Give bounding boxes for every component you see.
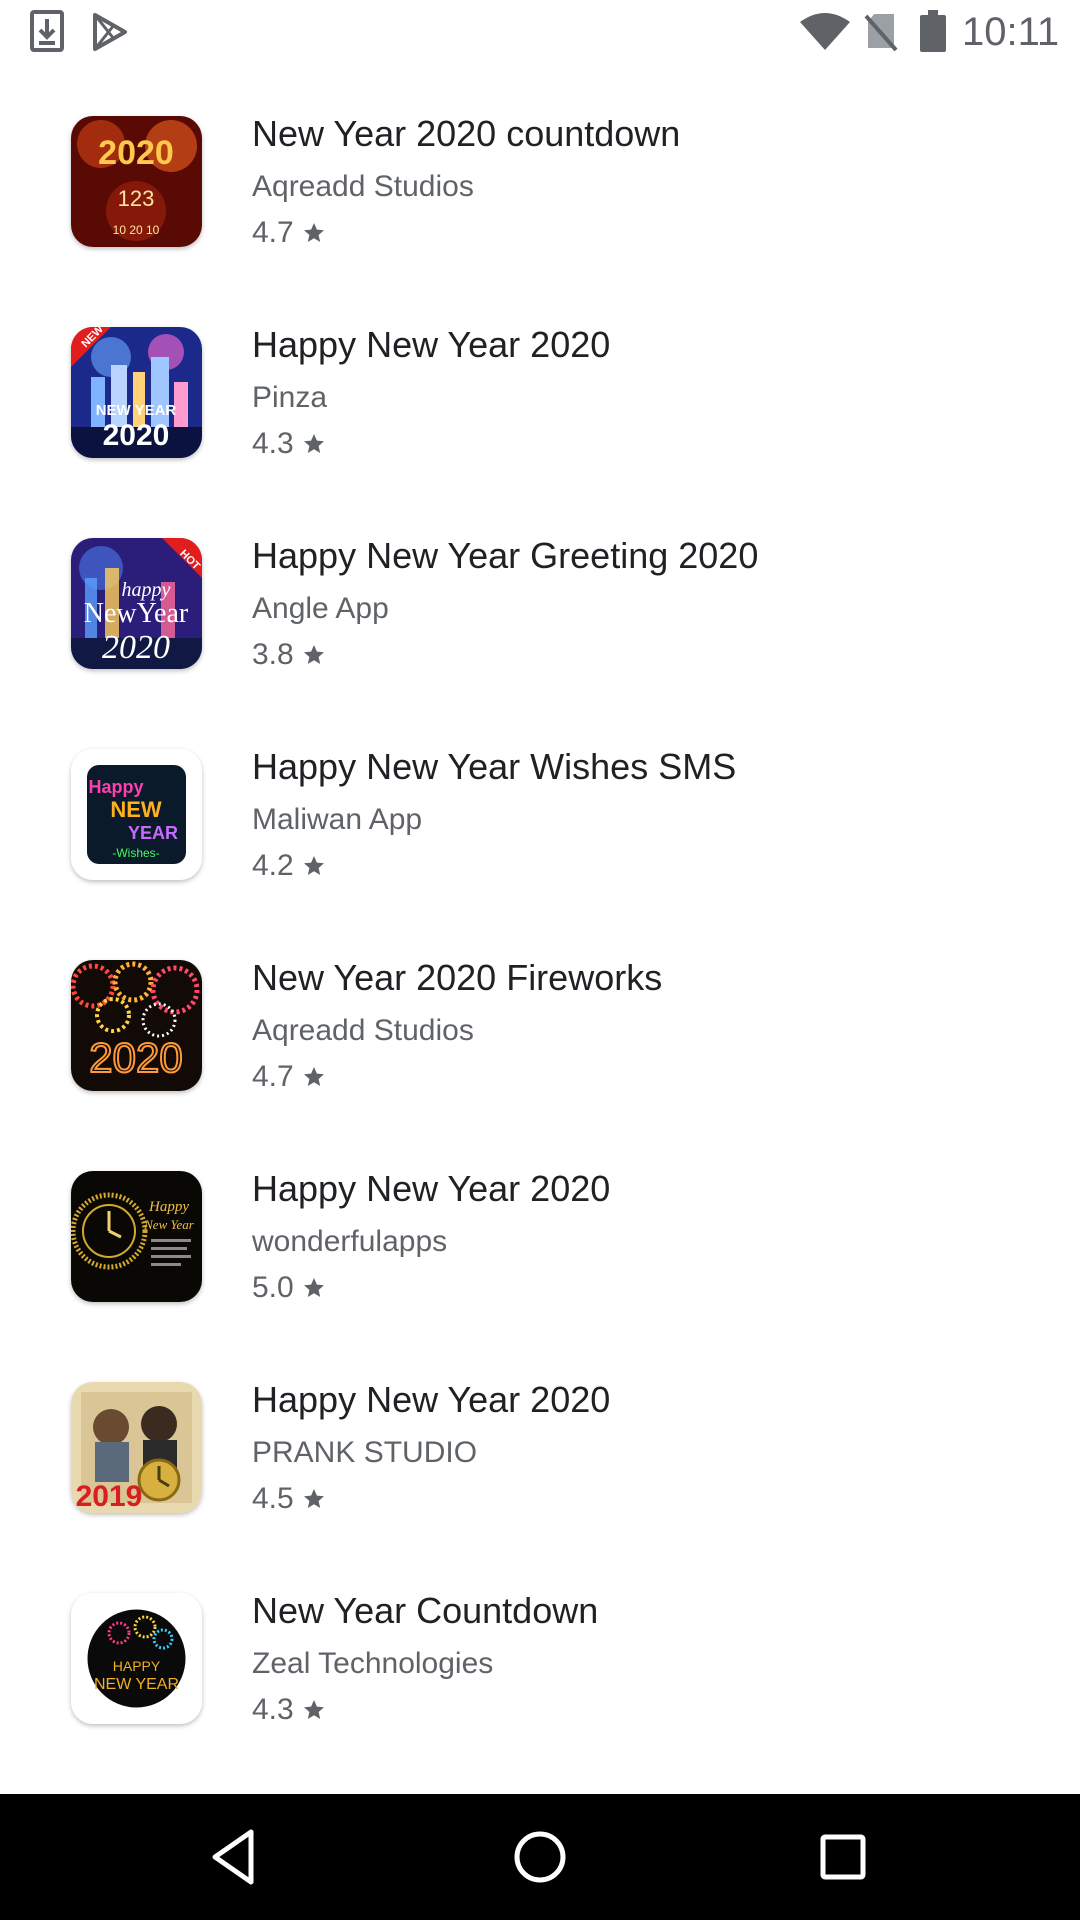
app-list-item[interactable]: 2020 123 10 20 10 New Year 2020 countdow… bbox=[0, 64, 1080, 275]
app-developer: wonderfulapps bbox=[252, 1225, 448, 1258]
rating-value: 4.3 bbox=[252, 427, 294, 460]
app-rating: 4.5 bbox=[252, 1480, 326, 1518]
app-title: Happy New Year Greeting 2020 bbox=[252, 535, 759, 576]
app-title: New Year 2020 countdown bbox=[252, 113, 681, 154]
app-list-item[interactable]: Happy New Year Happy New Year 2020 wonde… bbox=[0, 1119, 1080, 1330]
app-title: Happy New Year Wishes SMS bbox=[252, 746, 737, 787]
app-rating: 4.3 bbox=[252, 425, 326, 463]
app-developer: Maliwan App bbox=[252, 803, 423, 836]
photo-frame-2019-icon[interactable]: 2019 bbox=[71, 1382, 202, 1513]
icon-caption: -Wishes- bbox=[112, 846, 159, 860]
new-year-city-2020-icon[interactable]: NEW NEW YEAR 2020 bbox=[71, 327, 202, 458]
rating-value: 5.0 bbox=[252, 1271, 294, 1304]
app-title: Happy New Year 2020 bbox=[252, 1168, 611, 1209]
rating-value: 4.3 bbox=[252, 1693, 294, 1726]
icon-caption: YEAR bbox=[128, 823, 178, 843]
icon-caption: 2020 bbox=[103, 419, 170, 452]
icon-caption: 2020 bbox=[89, 1034, 182, 1081]
play-store-icon bbox=[93, 13, 127, 51]
app-title: Happy New Year 2020 bbox=[252, 324, 611, 365]
star-icon bbox=[303, 1700, 324, 1719]
no-sim-icon bbox=[864, 14, 898, 52]
download-icon bbox=[30, 10, 64, 52]
app-developer: Angle App bbox=[252, 592, 389, 625]
icon-caption: Happy bbox=[88, 777, 143, 797]
icon-caption: NEW YEAR bbox=[96, 402, 177, 419]
rating-value: 4.7 bbox=[252, 1060, 294, 1093]
fireworks-2020-icon[interactable]: 2020 bbox=[71, 960, 202, 1091]
app-list-item[interactable]: HOT happy NewYear 2020 Happy New Year Gr… bbox=[0, 486, 1080, 697]
icon-caption: NewYear bbox=[84, 598, 189, 629]
star-icon bbox=[303, 1489, 324, 1508]
icon-caption: NEW bbox=[110, 797, 162, 822]
app-rating: 4.2 bbox=[252, 847, 326, 885]
wishes-sms-icon[interactable]: Happy NEW YEAR -Wishes- bbox=[71, 749, 202, 880]
happy-new-year-circle-icon[interactable]: HAPPY NEW YEAR bbox=[71, 1593, 202, 1724]
icon-caption: Happy bbox=[148, 1199, 189, 1215]
star-icon bbox=[303, 1067, 324, 1086]
app-rating: 4.3 bbox=[252, 1691, 326, 1729]
app-rating: 3.8 bbox=[252, 636, 326, 674]
icon-caption: 2019 bbox=[76, 1480, 143, 1513]
svg-text:2020: 2020 bbox=[98, 134, 174, 172]
app-list-item[interactable]: HAPPY NEW YEAR New Year Countdown Zeal T… bbox=[0, 1541, 1080, 1752]
app-list-item[interactable]: NEW NEW YEAR 2020 Happy New Year 2020 Pi… bbox=[0, 275, 1080, 486]
app-title: New Year 2020 Fireworks bbox=[252, 957, 663, 998]
app-list-item[interactable]: Happy NEW YEAR -Wishes- Happy New Year W… bbox=[0, 697, 1080, 908]
app-developer: PRANK STUDIO bbox=[252, 1436, 478, 1469]
app-developer: Pinza bbox=[252, 381, 328, 414]
app-developer: Zeal Technologies bbox=[252, 1647, 494, 1680]
app-title: Happy New Year 2020 bbox=[252, 1379, 611, 1420]
battery-icon bbox=[920, 10, 946, 52]
rating-value: 4.7 bbox=[252, 216, 294, 249]
star-icon bbox=[303, 856, 324, 875]
rating-value: 4.5 bbox=[252, 1482, 294, 1515]
svg-text:123: 123 bbox=[118, 186, 155, 211]
app-rating: 5.0 bbox=[252, 1269, 326, 1307]
greeting-2020-icon[interactable]: HOT happy NewYear 2020 bbox=[71, 538, 202, 669]
app-list[interactable]: 2020 123 10 20 10 New Year 2020 countdow… bbox=[0, 64, 1080, 1752]
icon-caption: 2020 bbox=[102, 629, 170, 666]
icon-caption: HAPPY bbox=[113, 1658, 161, 1674]
star-icon bbox=[303, 645, 324, 664]
wifi-icon bbox=[800, 13, 850, 50]
icon-caption: New Year bbox=[143, 1217, 195, 1232]
svg-text:10 20 10: 10 20 10 bbox=[113, 223, 160, 237]
app-developer: Aqreadd Studios bbox=[252, 170, 474, 203]
home-icon[interactable] bbox=[507, 1824, 573, 1890]
star-icon bbox=[303, 1278, 324, 1297]
icon-caption: NEW YEAR bbox=[94, 1676, 179, 1693]
recents-icon[interactable] bbox=[810, 1824, 876, 1890]
app-rating: 4.7 bbox=[252, 214, 326, 252]
app-developer: Aqreadd Studios bbox=[252, 1014, 474, 1047]
back-icon[interactable] bbox=[203, 1824, 269, 1890]
status-bar: 10:11 bbox=[0, 0, 1080, 64]
rating-value: 4.2 bbox=[252, 849, 294, 882]
clock-new-year-icon[interactable]: Happy New Year bbox=[71, 1171, 202, 1302]
star-icon bbox=[303, 434, 324, 453]
status-time: 10:11 bbox=[962, 10, 1060, 54]
fireworks-2020-countdown-icon[interactable]: 2020 123 10 20 10 bbox=[71, 116, 202, 247]
navigation-bar bbox=[0, 1794, 1080, 1920]
rating-value: 3.8 bbox=[252, 638, 294, 671]
star-icon bbox=[303, 223, 324, 242]
app-title: New Year Countdown bbox=[252, 1590, 599, 1631]
app-list-item[interactable]: 2020 New Year 2020 Fireworks Aqreadd Stu… bbox=[0, 908, 1080, 1119]
app-rating: 4.7 bbox=[252, 1058, 326, 1096]
app-list-item[interactable]: 2019 Happy New Year 2020 PRANK STUDIO 4.… bbox=[0, 1330, 1080, 1541]
